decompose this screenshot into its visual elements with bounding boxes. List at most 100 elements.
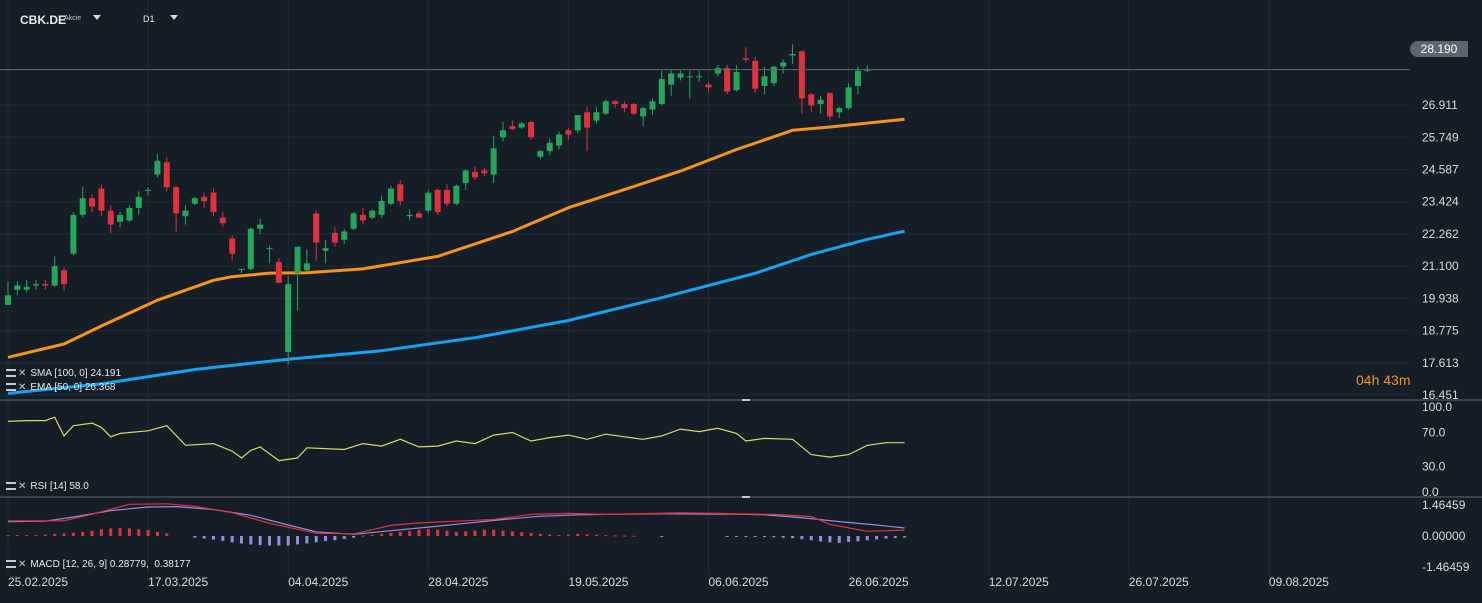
candle-body	[369, 210, 376, 218]
macd-histogram-bar	[361, 535, 365, 537]
macd-histogram-bar	[744, 536, 748, 537]
macd-signal-value: 0.38177	[154, 559, 191, 570]
candle-body	[546, 142, 553, 152]
candle-body	[70, 214, 77, 254]
candle-body	[61, 270, 68, 285]
macd-histogram-bar	[847, 536, 851, 542]
candle-body	[210, 192, 217, 213]
rsi-tick-label: 70.0	[1422, 426, 1446, 440]
date-tick-label: 06.06.2025	[709, 575, 769, 589]
timeframe-selector[interactable]: D1	[143, 14, 155, 24]
candle-body	[761, 76, 768, 86]
candle-body	[378, 201, 385, 215]
date-tick-label: 26.06.2025	[849, 575, 909, 589]
candle-body	[845, 87, 852, 109]
candle-body	[406, 214, 413, 217]
macd-histogram-bar	[43, 534, 47, 536]
candle-body	[733, 72, 740, 91]
price-tick-label: 19.938	[1422, 291, 1459, 305]
candle-body	[247, 228, 254, 269]
candle-body	[154, 160, 161, 175]
macd-value: 0.28779	[109, 559, 147, 570]
candle-body	[425, 192, 432, 211]
macd-histogram-bar	[286, 536, 290, 546]
candle-body	[33, 284, 40, 286]
candle-body	[724, 67, 731, 92]
ema-legend[interactable]: ✕ EMA [50, 0] 26.368	[6, 382, 115, 393]
macd-histogram-bar	[15, 534, 19, 536]
macd-legend[interactable]: ✕ MACD [12, 26, 9] 0.28779, 0.38177	[6, 559, 191, 570]
candle-body	[612, 101, 619, 104]
toolbar: CBK.DE Akcie D1	[0, 0, 1482, 36]
close-icon[interactable]: ✕	[18, 368, 26, 379]
chart-canvas[interactable]: 26.911 25.749 24.587 23.424 22.262 21.100 19.9…	[0, 0, 1482, 598]
candle-body	[359, 214, 366, 221]
price-tick-label: 23.424	[1422, 195, 1459, 209]
candle-body	[668, 73, 675, 85]
macd-histogram-bar	[324, 536, 328, 542]
price-tick-label: 18.775	[1422, 324, 1459, 338]
macd-histogram-bar	[585, 534, 589, 536]
chevron-down-icon[interactable]	[170, 15, 178, 20]
candle-body	[14, 285, 21, 290]
chevron-down-icon[interactable]	[93, 15, 101, 20]
macd-signal-line	[7, 505, 905, 535]
macd-histogram-bar	[604, 535, 608, 537]
rsi-tick-label: 30.0	[1422, 460, 1446, 474]
candle-body	[789, 54, 796, 56]
macd-histogram-bar	[90, 530, 94, 536]
candle-body	[191, 198, 198, 204]
sma-legend[interactable]: ✕ SMA [100, 0] 24.191	[6, 368, 121, 379]
candle-body	[387, 188, 394, 204]
close-icon[interactable]: ✕	[18, 382, 26, 393]
macd-histogram-bar	[436, 529, 440, 536]
indicator-settings-icon[interactable]	[6, 369, 16, 378]
macd-histogram-bar	[781, 536, 785, 538]
close-icon[interactable]: ✕	[18, 481, 26, 492]
macd-histogram-bar	[165, 533, 169, 536]
candle-body	[621, 103, 628, 109]
macd-histogram-bar	[557, 534, 561, 536]
macd-histogram-bar	[426, 529, 430, 536]
close-icon[interactable]: ✕	[18, 559, 26, 570]
candle-body	[42, 284, 49, 286]
indicator-settings-icon[interactable]	[6, 383, 16, 392]
symbol-name[interactable]: CBK.DE	[20, 13, 66, 27]
macd-histogram-bar	[268, 536, 272, 546]
last-price-tag: 28.190	[1410, 41, 1468, 57]
candle-body	[238, 268, 245, 270]
candle-body	[415, 213, 422, 218]
candle-body	[854, 70, 861, 86]
macd-histogram-bar	[155, 531, 159, 536]
macd-tick-label: 0.00000	[1422, 529, 1466, 543]
rsi-tick-label: 100.0	[1422, 400, 1452, 414]
macd-histogram-bar	[819, 536, 823, 542]
candle-body	[285, 284, 292, 353]
macd-histogram-bar	[6, 535, 10, 537]
macd-histogram-bar	[305, 536, 309, 544]
symbol-type: Akcie	[64, 15, 82, 22]
indicator-settings-icon[interactable]	[6, 560, 16, 569]
candle-countdown: 04h 43m	[1356, 372, 1411, 388]
macd-histogram-bar	[53, 533, 57, 536]
candle-body	[640, 108, 647, 117]
date-tick-label: 25.02.2025	[8, 575, 68, 589]
candle-body	[341, 231, 348, 240]
macd-histogram-bar	[856, 536, 860, 542]
macd-histogram-bar	[249, 536, 253, 545]
price-tick-label: 25.749	[1422, 130, 1459, 144]
chart-area[interactable]: 26.911 25.749 24.587 23.424 22.262 21.100 19.9…	[0, 0, 1482, 598]
macd-histogram-bar	[538, 533, 542, 536]
candle-body	[705, 84, 712, 88]
indicator-settings-icon[interactable]	[6, 482, 16, 491]
ema-series	[7, 117, 905, 359]
candle-body	[836, 108, 843, 113]
rsi-tick-label: 0.0	[1422, 485, 1439, 499]
macd-histogram-bar	[296, 536, 300, 545]
macd-histogram-bar	[81, 531, 85, 536]
macd-histogram-bar	[464, 531, 468, 536]
macd-histogram-bar	[501, 530, 505, 536]
macd-histogram-bar	[576, 533, 580, 536]
rsi-legend[interactable]: ✕ RSI [14] 58.0	[6, 481, 89, 492]
candle-body	[397, 184, 404, 202]
